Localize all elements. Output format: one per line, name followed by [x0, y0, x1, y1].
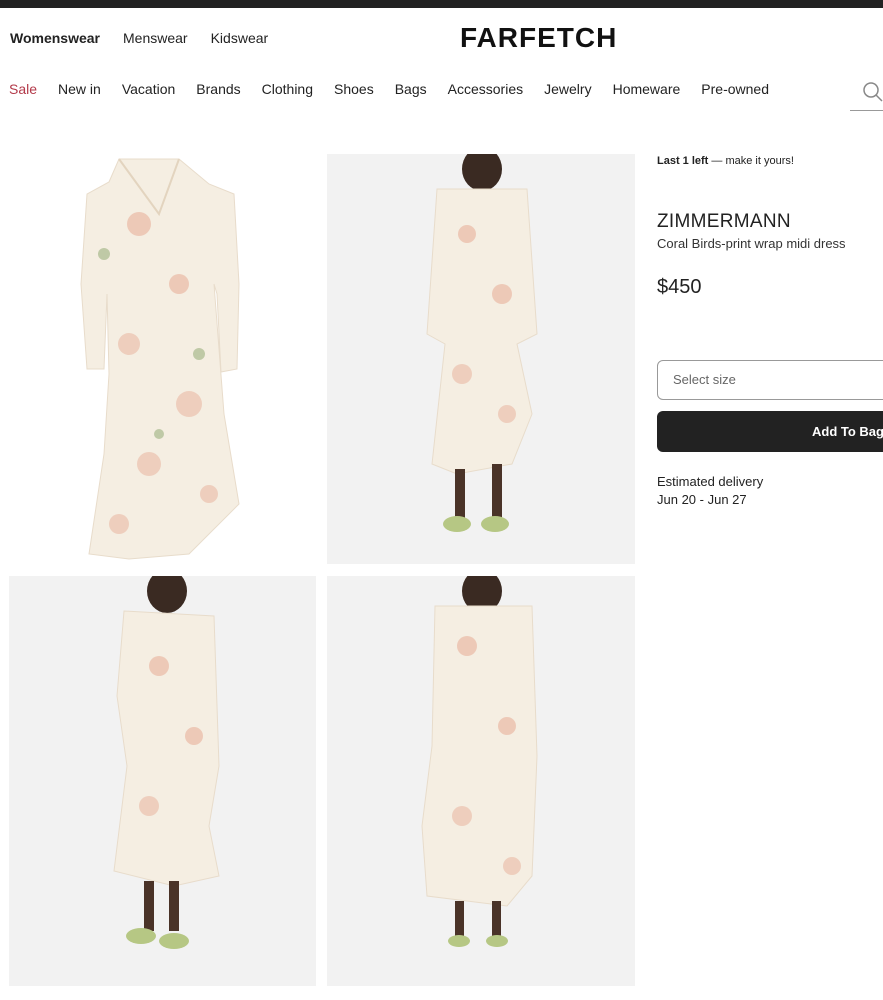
nav-womenswear[interactable]: Womenswear	[10, 30, 100, 46]
category-bags[interactable]: Bags	[395, 81, 427, 97]
model-front-image	[426, 154, 538, 532]
category-new-in[interactable]: New in	[58, 81, 101, 97]
search-icon	[863, 82, 883, 102]
category-sale[interactable]: Sale	[9, 81, 37, 97]
stock-rest: — make it yours!	[708, 155, 794, 167]
add-to-bag-button[interactable]: Add To Bag	[657, 411, 883, 452]
category-jewelry[interactable]: Jewelry	[544, 81, 591, 97]
delivery-label: Estimated delivery	[657, 474, 764, 489]
product-image-1[interactable]	[9, 154, 316, 564]
stock-message: Last 1 left — make it yours!	[657, 155, 794, 167]
nav-menswear[interactable]: Menswear	[123, 30, 188, 46]
farfetch-logo[interactable]: FARFETCH	[460, 22, 617, 54]
product-price: $450	[657, 276, 702, 298]
product-image-2[interactable]	[327, 154, 635, 564]
top-bar	[0, 0, 883, 8]
category-vacation[interactable]: Vacation	[122, 81, 175, 97]
model-back-image	[421, 576, 538, 947]
stock-strong: Last 1 left	[657, 155, 709, 167]
category-accessories[interactable]: Accessories	[448, 81, 523, 97]
category-clothing[interactable]: Clothing	[262, 81, 313, 97]
search-button[interactable]	[850, 76, 883, 111]
product-name: Coral Birds-print wrap midi dress	[657, 236, 846, 251]
category-shoes[interactable]: Shoes	[334, 81, 374, 97]
delivery-dates: Jun 20 - Jun 27	[657, 492, 747, 507]
category-pre-owned[interactable]: Pre-owned	[701, 81, 769, 97]
product-image-3[interactable]	[9, 576, 316, 986]
product-image-4[interactable]	[327, 576, 635, 986]
category-brands[interactable]: Brands	[196, 81, 240, 97]
category-nav: Sale New in Vacation Brands Clothing Sho…	[9, 81, 769, 97]
category-homeware[interactable]: Homeware	[613, 81, 681, 97]
product-brand[interactable]: ZIMMERMANN	[657, 211, 791, 233]
dress-flat-image	[80, 158, 240, 560]
size-select[interactable]: Select size	[657, 360, 883, 400]
nav-kidswear[interactable]: Kidswear	[211, 30, 269, 46]
gender-nav: Womenswear Menswear Kidswear	[10, 30, 268, 46]
model-side-image	[113, 576, 220, 949]
